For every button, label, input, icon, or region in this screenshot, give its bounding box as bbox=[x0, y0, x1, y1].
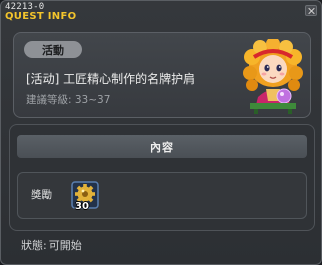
reward-quantity: 30 bbox=[75, 201, 89, 212]
reward-label: 獎勵 bbox=[31, 189, 52, 201]
quest-status: 狀態: 可開始 bbox=[21, 237, 82, 253]
quest-name: [活动] 工匠精心制作的名牌护肩 bbox=[26, 72, 196, 86]
fortune-teller-girl-npc-icon bbox=[243, 39, 303, 114]
category-badge: 活動 bbox=[24, 41, 82, 58]
quest-level-requirement: 建議等級: 33~37 bbox=[26, 94, 111, 106]
reward-row: 獎勵 30 bbox=[17, 172, 307, 219]
quest-info-panel: 活動 [活动] 工匠精心制作的名牌护肩 建議等級: 33~37 bbox=[13, 32, 311, 118]
status-value: 可開始 bbox=[48, 239, 82, 252]
status-label: 狀態: bbox=[21, 239, 47, 252]
quest-info-window: 42213-0 QUEST INFO 活動 [活动] 工匠精心制作的名牌护肩 建… bbox=[0, 0, 322, 265]
content-panel: 內容 獎勵 30 bbox=[9, 124, 315, 231]
content-header: 內容 bbox=[17, 135, 307, 158]
close-button[interactable] bbox=[305, 5, 317, 16]
window-title: QUEST INFO bbox=[5, 11, 77, 22]
